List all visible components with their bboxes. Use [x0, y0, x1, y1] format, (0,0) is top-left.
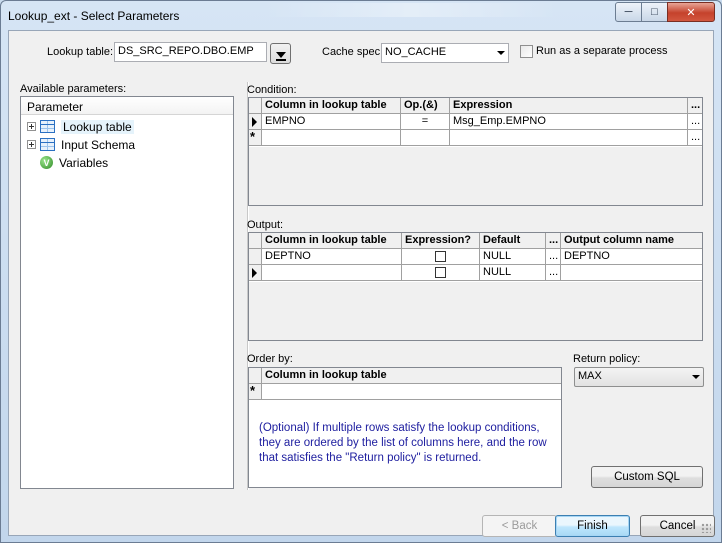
condition-grid[interactable]: Column in lookup table Op.(&) Expression…: [248, 97, 703, 206]
condition-op-cell[interactable]: [401, 130, 450, 146]
row-selector[interactable]: *: [249, 384, 262, 400]
resize-grip[interactable]: [701, 523, 711, 533]
order-by-hint: (Optional) If multiple rows satisfy the …: [259, 422, 547, 464]
table-icon: [40, 138, 55, 151]
column-header[interactable]: Column in lookup table: [262, 368, 561, 384]
return-policy-label: Return policy:: [573, 353, 641, 365]
row-selector[interactable]: *: [249, 130, 262, 146]
grid-empty-area: [249, 147, 702, 205]
column-header[interactable]: Op.(&): [401, 98, 450, 114]
expand-icon[interactable]: [27, 122, 36, 131]
condition-expression-cell[interactable]: Msg_Emp.EMPNO: [450, 114, 688, 130]
current-row-icon: [252, 117, 257, 127]
column-header[interactable]: ...: [546, 233, 561, 249]
order-by-label: Order by:: [247, 353, 293, 365]
grid-empty-area: [249, 282, 702, 340]
finish-button[interactable]: Finish: [555, 515, 630, 537]
separate-process-label: Run as a separate process: [536, 45, 668, 57]
title-bar-highlight: [261, 3, 561, 17]
new-row-icon: *: [250, 130, 256, 144]
cache-spec-value: NO_CACHE: [385, 46, 447, 58]
dialog-client-area: Lookup table: DS_SRC_REPO.DBO.EMP Cache …: [8, 30, 715, 537]
condition-column-cell[interactable]: [262, 130, 401, 146]
available-parameters-label: Available parameters:: [20, 83, 127, 95]
cache-spec-label: Cache spec:: [322, 46, 384, 58]
custom-sql-button[interactable]: Custom SQL: [591, 466, 703, 488]
output-column-cell[interactable]: [262, 265, 402, 281]
condition-label: Condition:: [247, 84, 297, 96]
row-selector[interactable]: [249, 265, 262, 281]
lookup-table-browse-button[interactable]: [270, 43, 291, 64]
column-header[interactable]: Column in lookup table: [262, 233, 402, 249]
order-by-column-cell[interactable]: [262, 384, 561, 400]
output-grid[interactable]: Column in lookup table Expression? Defau…: [248, 232, 703, 341]
output-ellipsis-button[interactable]: ...: [546, 265, 561, 281]
expand-icon[interactable]: [27, 140, 36, 149]
tree-item-lookup-table[interactable]: Lookup table: [27, 118, 134, 135]
condition-column-cell[interactable]: EMPNO: [262, 114, 401, 130]
new-row-icon: *: [250, 384, 256, 398]
condition-ellipsis-button[interactable]: ...: [688, 130, 702, 146]
column-header[interactable]: Column in lookup table: [262, 98, 401, 114]
maximize-button[interactable]: □: [641, 2, 668, 22]
title-bar[interactable]: Lookup_ext - Select Parameters ─ □ ✕: [1, 1, 721, 29]
column-header[interactable]: Expression: [450, 98, 688, 114]
row-selector[interactable]: [249, 249, 262, 265]
tree-item-input-schema[interactable]: Input Schema: [27, 136, 135, 153]
column-header[interactable]: Default: [480, 233, 546, 249]
chevron-down-icon: [497, 51, 505, 55]
tree-column-header: Parameter: [21, 97, 233, 115]
condition-expression-cell[interactable]: [450, 130, 688, 146]
chevron-down-icon: [276, 52, 286, 58]
column-header[interactable]: Expression?: [402, 233, 480, 249]
close-button[interactable]: ✕: [667, 2, 715, 22]
underline-bar-icon: [276, 59, 286, 61]
output-name-cell[interactable]: DEPTNO: [561, 249, 702, 265]
chevron-down-icon: [692, 375, 700, 379]
row-header-corner: [249, 233, 262, 249]
row-header-corner: [249, 98, 262, 114]
cache-spec-select[interactable]: NO_CACHE: [381, 43, 509, 63]
column-header[interactable]: Output column name: [561, 233, 702, 249]
current-row-icon: [252, 268, 257, 278]
output-expression-checkbox[interactable]: [402, 265, 480, 281]
row-header-corner: [249, 368, 262, 384]
table-icon: [40, 120, 55, 133]
output-expression-checkbox[interactable]: [402, 249, 480, 265]
column-header[interactable]: ...: [688, 98, 702, 114]
output-column-cell[interactable]: DEPTNO: [262, 249, 402, 265]
tree-item-label: Input Schema: [61, 137, 136, 152]
output-label: Output:: [247, 219, 284, 231]
order-by-grid[interactable]: Column in lookup table * (Optional) If m…: [248, 367, 562, 488]
return-policy-value: MAX: [578, 370, 602, 382]
back-button[interactable]: < Back: [482, 515, 557, 537]
dialog-window: Lookup_ext - Select Parameters ─ □ ✕ Loo…: [0, 0, 722, 543]
separate-process-checkbox[interactable]: [520, 45, 533, 58]
checkbox-icon[interactable]: [435, 251, 446, 262]
lookup-table-input[interactable]: DS_SRC_REPO.DBO.EMP: [114, 42, 267, 62]
parameters-tree[interactable]: Parameter Lookup table Input Schema V Va…: [20, 96, 234, 489]
return-policy-select[interactable]: MAX: [574, 367, 704, 387]
output-ellipsis-button[interactable]: ...: [546, 249, 561, 265]
checkbox-icon[interactable]: [435, 267, 446, 278]
row-selector[interactable]: [249, 114, 262, 130]
lookup-table-label: Lookup table:: [47, 46, 114, 58]
minimize-button[interactable]: ─: [615, 2, 642, 22]
tree-item-variables[interactable]: V Variables: [40, 154, 108, 171]
output-name-cell[interactable]: [561, 265, 702, 281]
tree-item-label: Variables: [59, 155, 109, 170]
condition-op-cell[interactable]: =: [401, 114, 450, 130]
tree-item-label: Lookup table: [61, 119, 134, 134]
window-title: Lookup_ext - Select Parameters: [8, 9, 180, 23]
condition-ellipsis-button[interactable]: ...: [688, 114, 702, 130]
variables-icon: V: [40, 156, 53, 169]
output-default-cell[interactable]: NULL: [480, 249, 546, 265]
output-default-cell[interactable]: NULL: [480, 265, 546, 281]
